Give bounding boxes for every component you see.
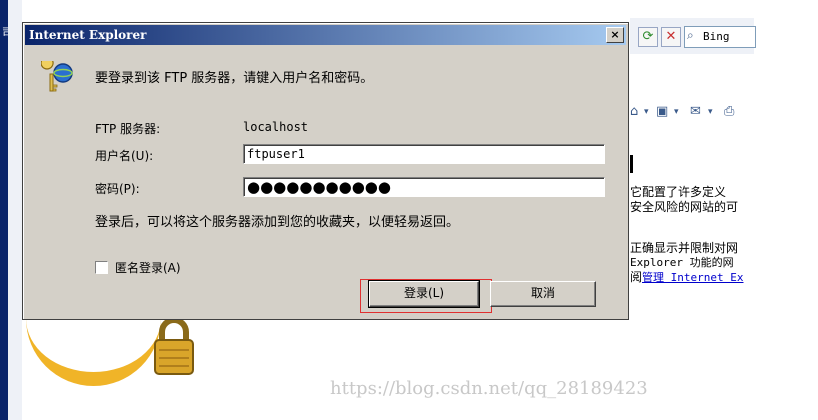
dialog-hint: 登录后，可以将这个服务器添加到您的收藏夹，以便轻易返回。 [95, 215, 460, 230]
ftp-login-dialog: Internet Explorer × 要登录到该 FTP 服务器，请键入用户名… [22, 22, 629, 320]
page-text-line: 阅管理 Internet Ex [630, 268, 754, 285]
ie-logo-swoosh [26, 312, 161, 386]
page-text-line: 安全风险的网站的可 [630, 200, 739, 214]
browser-left-panel [8, 0, 22, 420]
close-button[interactable]: × [606, 27, 624, 43]
dialog-titlebar[interactable]: Internet Explorer × [25, 25, 626, 45]
chevron-down-icon[interactable]: ▾ [644, 107, 649, 117]
lock-icon [154, 317, 194, 375]
print-icon[interactable]: ⎙ [724, 104, 734, 119]
server-label: FTP 服务器: [95, 122, 161, 136]
refresh-icon[interactable]: ⟳ [638, 27, 658, 47]
password-field[interactable]: ●●●●●●●●●●● [243, 177, 605, 197]
home-icon[interactable]: ⌂ [630, 104, 638, 119]
manage-ie-link[interactable]: 管理 Internet Ex [642, 271, 743, 284]
dialog-prompt: 要登录到该 FTP 服务器，请键入用户名和密码。 [95, 71, 374, 86]
feeds-icon[interactable]: ▣ [656, 104, 668, 119]
stop-icon[interactable]: ✕ [661, 27, 681, 47]
password-value: ●●●●●●●●●●● [247, 178, 391, 196]
page-text-prefix: 阅 [630, 270, 643, 284]
browser-command-bar: ⌂ ▾ ▣ ▾ ✉ ▾ ⎙ [630, 100, 754, 126]
page-heading-bar [630, 155, 633, 173]
login-button[interactable]: 登录(L) [368, 280, 480, 308]
key-icon [41, 61, 73, 92]
browser-left-edge: 司 [0, 0, 13, 420]
username-field[interactable]: ftpuser1 [243, 144, 605, 164]
server-value: localhost [243, 120, 309, 134]
username-value: ftpuser1 [247, 147, 305, 161]
username-label: 用户名(U): [95, 149, 154, 163]
chevron-down-icon[interactable]: ▾ [674, 107, 679, 117]
watermark: https://blog.csdn.net/qq_28189423 [330, 378, 648, 399]
mail-icon[interactable]: ✉ [690, 104, 701, 119]
search-icon: ⌕ [687, 28, 694, 42]
search-provider: Bing [703, 30, 730, 43]
search-box[interactable]: ⌕ Bing [684, 26, 756, 48]
anonymous-label[interactable]: 匿名登录(A) [115, 259, 181, 276]
dialog-title: Internet Explorer [29, 28, 147, 42]
cancel-button[interactable]: 取消 [490, 281, 596, 307]
chevron-down-icon[interactable]: ▾ [708, 107, 713, 117]
anonymous-checkbox[interactable] [95, 261, 108, 274]
browser-toolbar: ⟳ ✕ ⌕ Bing [630, 18, 756, 54]
password-label: 密码(P): [95, 182, 140, 196]
